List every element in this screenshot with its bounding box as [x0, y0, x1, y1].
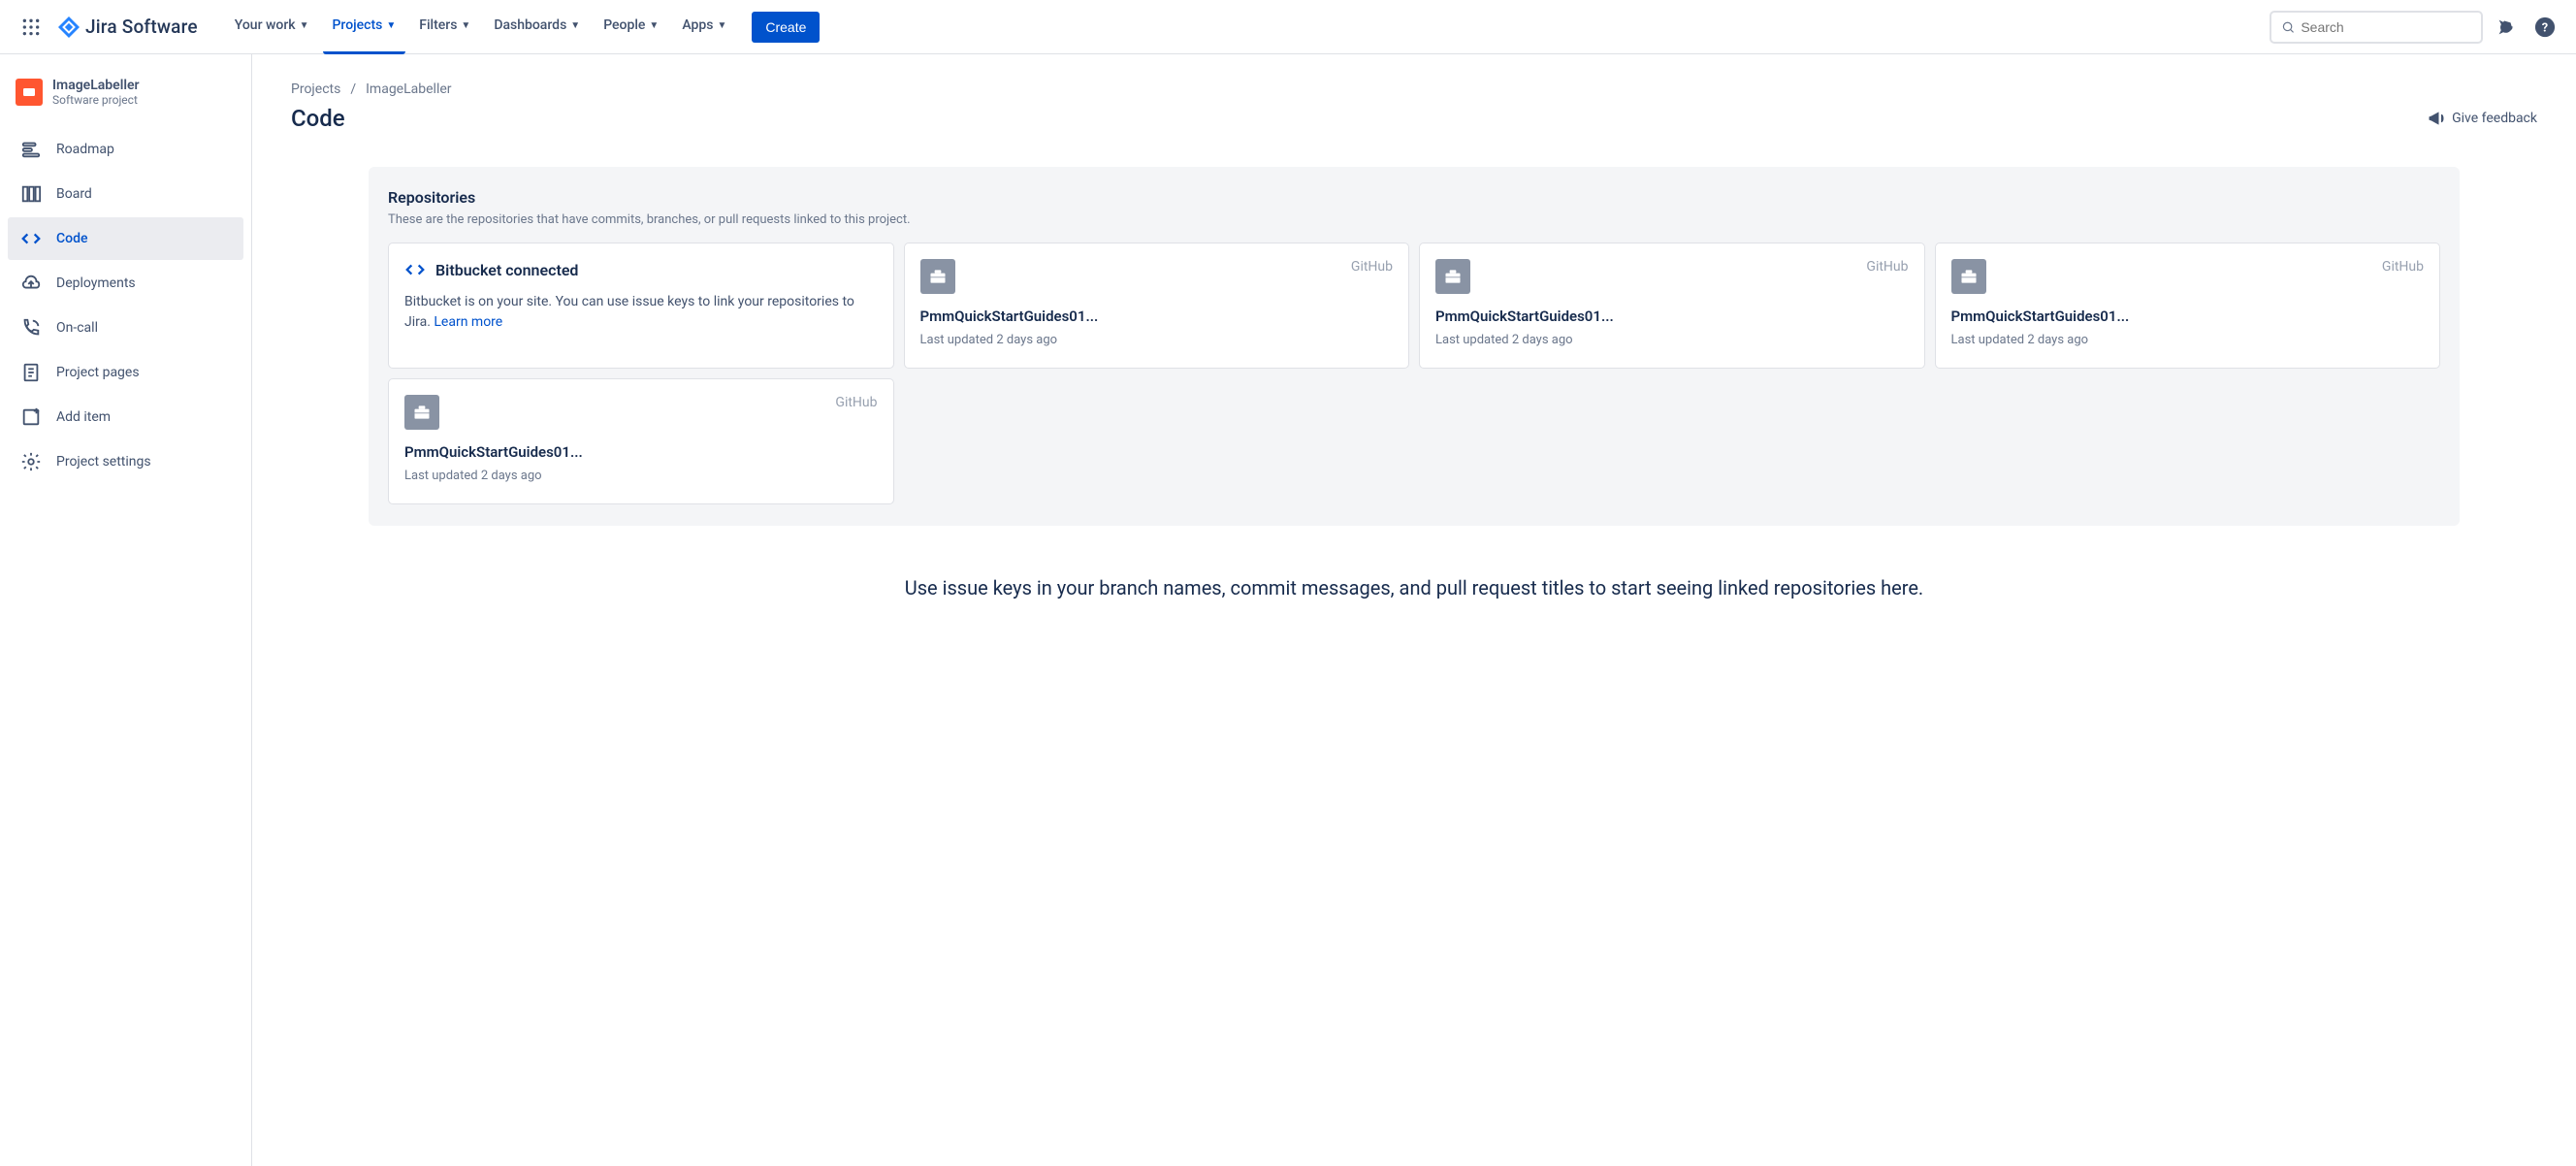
- bitbucket-connected-card[interactable]: Bitbucket connected Bitbucket is on your…: [388, 243, 894, 369]
- repo-updated: Last updated 2 days ago: [1951, 333, 2425, 347]
- repo-card[interactable]: GitHub PmmQuickStartGuides01... Last upd…: [388, 378, 894, 504]
- page-title: Code: [291, 105, 345, 132]
- repo-name: PmmQuickStartGuides01...: [1435, 308, 1909, 325]
- repo-updated: Last updated 2 days ago: [920, 333, 1394, 347]
- sidebar-item-label: On-call: [56, 320, 98, 336]
- search-icon: [2281, 19, 2295, 35]
- repo-toolbox-icon: [1951, 259, 1986, 294]
- chevron-down-icon: ▼: [386, 20, 396, 31]
- breadcrumb-projects[interactable]: Projects: [291, 81, 340, 97]
- sidebar-item-roadmap[interactable]: Roadmap: [8, 128, 243, 171]
- bitbucket-title: Bitbucket connected: [435, 261, 578, 279]
- board-icon: [19, 182, 43, 206]
- sidebar-item-add-item[interactable]: Add item: [8, 396, 243, 438]
- code-icon: [19, 227, 43, 250]
- nav-filters[interactable]: Filters▼: [409, 0, 480, 54]
- jira-logo[interactable]: Jira Software: [50, 16, 206, 38]
- svg-text:?: ?: [2542, 20, 2548, 35]
- settings-icon: [19, 450, 43, 473]
- repo-name: PmmQuickStartGuides01...: [1951, 308, 2425, 325]
- repo-card[interactable]: GitHub PmmQuickStartGuides01... Last upd…: [904, 243, 1410, 369]
- nav-dashboards[interactable]: Dashboards▼: [484, 0, 590, 54]
- repositories-title: Repositories: [388, 188, 2440, 207]
- project-avatar-icon: [16, 79, 43, 106]
- sidebar-item-project-settings[interactable]: Project settings: [8, 440, 243, 483]
- repo-source: GitHub: [2382, 259, 2424, 275]
- oncall-icon: [19, 316, 43, 340]
- chevron-down-icon: ▼: [300, 20, 309, 31]
- sidebar-item-label: Project pages: [56, 365, 140, 380]
- repo-source: GitHub: [1866, 259, 1908, 275]
- brand-name: Jira Software: [85, 16, 198, 38]
- sidebar-item-label: Board: [56, 186, 92, 202]
- project-type: Software project: [52, 93, 140, 107]
- bitbucket-description: Bitbucket is on your site. You can use i…: [404, 292, 878, 333]
- repo-name: PmmQuickStartGuides01...: [404, 443, 878, 461]
- search-box[interactable]: [2270, 11, 2483, 44]
- repo-source: GitHub: [1351, 259, 1393, 275]
- chevron-down-icon: ▼: [649, 20, 659, 31]
- add-item-icon: [19, 405, 43, 429]
- sidebar-item-label: Add item: [56, 409, 111, 425]
- notifications-icon[interactable]: [2491, 12, 2522, 43]
- sidebar-item-deployments[interactable]: Deployments: [8, 262, 243, 305]
- jira-logo-icon: [58, 16, 80, 38]
- chevron-down-icon: ▼: [570, 20, 580, 31]
- sidebar: ImageLabeller Software project Roadmap B…: [0, 54, 252, 1166]
- repo-card[interactable]: GitHub PmmQuickStartGuides01... Last upd…: [1419, 243, 1925, 369]
- nav-projects[interactable]: Projects▼: [323, 0, 406, 54]
- empty-state-hint: Use issue keys in your branch names, com…: [291, 572, 2537, 603]
- repo-updated: Last updated 2 days ago: [404, 469, 878, 483]
- app-switcher-icon[interactable]: [16, 12, 47, 43]
- sidebar-item-board[interactable]: Board: [8, 173, 243, 215]
- repo-toolbox-icon: [920, 259, 955, 294]
- pages-icon: [19, 361, 43, 384]
- nav-people[interactable]: People▼: [594, 0, 668, 54]
- repo-card[interactable]: GitHub PmmQuickStartGuides01... Last upd…: [1935, 243, 2441, 369]
- sidebar-item-oncall[interactable]: On-call: [8, 307, 243, 349]
- sidebar-item-code[interactable]: Code: [8, 217, 243, 260]
- sidebar-item-label: Roadmap: [56, 142, 114, 157]
- chevron-down-icon: ▼: [717, 20, 726, 31]
- chevron-down-icon: ▼: [461, 20, 470, 31]
- repositories-panel: Repositories These are the repositories …: [369, 167, 2460, 526]
- sidebar-item-label: Project settings: [56, 454, 151, 470]
- sidebar-item-label: Code: [56, 231, 87, 246]
- give-feedback-button[interactable]: Give feedback: [2427, 109, 2537, 128]
- repo-source: GitHub: [835, 395, 877, 410]
- repo-toolbox-icon: [1435, 259, 1470, 294]
- main-content: Projects / ImageLabeller Code Give feedb…: [252, 54, 2576, 1166]
- repo-updated: Last updated 2 days ago: [1435, 333, 1909, 347]
- nav-apps[interactable]: Apps▼: [672, 0, 736, 54]
- breadcrumb-current[interactable]: ImageLabeller: [366, 81, 451, 97]
- sidebar-item-label: Deployments: [56, 275, 136, 291]
- megaphone-icon: [2427, 109, 2446, 128]
- deployments-icon: [19, 272, 43, 295]
- search-input[interactable]: [2301, 19, 2471, 35]
- create-button[interactable]: Create: [752, 12, 820, 43]
- repositories-description: These are the repositories that have com…: [388, 212, 2440, 227]
- nav-your-work[interactable]: Your work▼: [225, 0, 319, 54]
- top-nav: Jira Software Your work▼ Projects▼ Filte…: [0, 0, 2576, 54]
- breadcrumb: Projects / ImageLabeller: [291, 81, 2537, 97]
- repo-toolbox-icon: [404, 395, 439, 430]
- project-header[interactable]: ImageLabeller Software project: [8, 78, 243, 126]
- roadmap-icon: [19, 138, 43, 161]
- help-icon[interactable]: ?: [2529, 12, 2560, 43]
- code-icon: [404, 259, 426, 280]
- project-name: ImageLabeller: [52, 78, 140, 93]
- repo-name: PmmQuickStartGuides01...: [920, 308, 1394, 325]
- sidebar-item-project-pages[interactable]: Project pages: [8, 351, 243, 394]
- learn-more-link[interactable]: Learn more: [434, 314, 502, 330]
